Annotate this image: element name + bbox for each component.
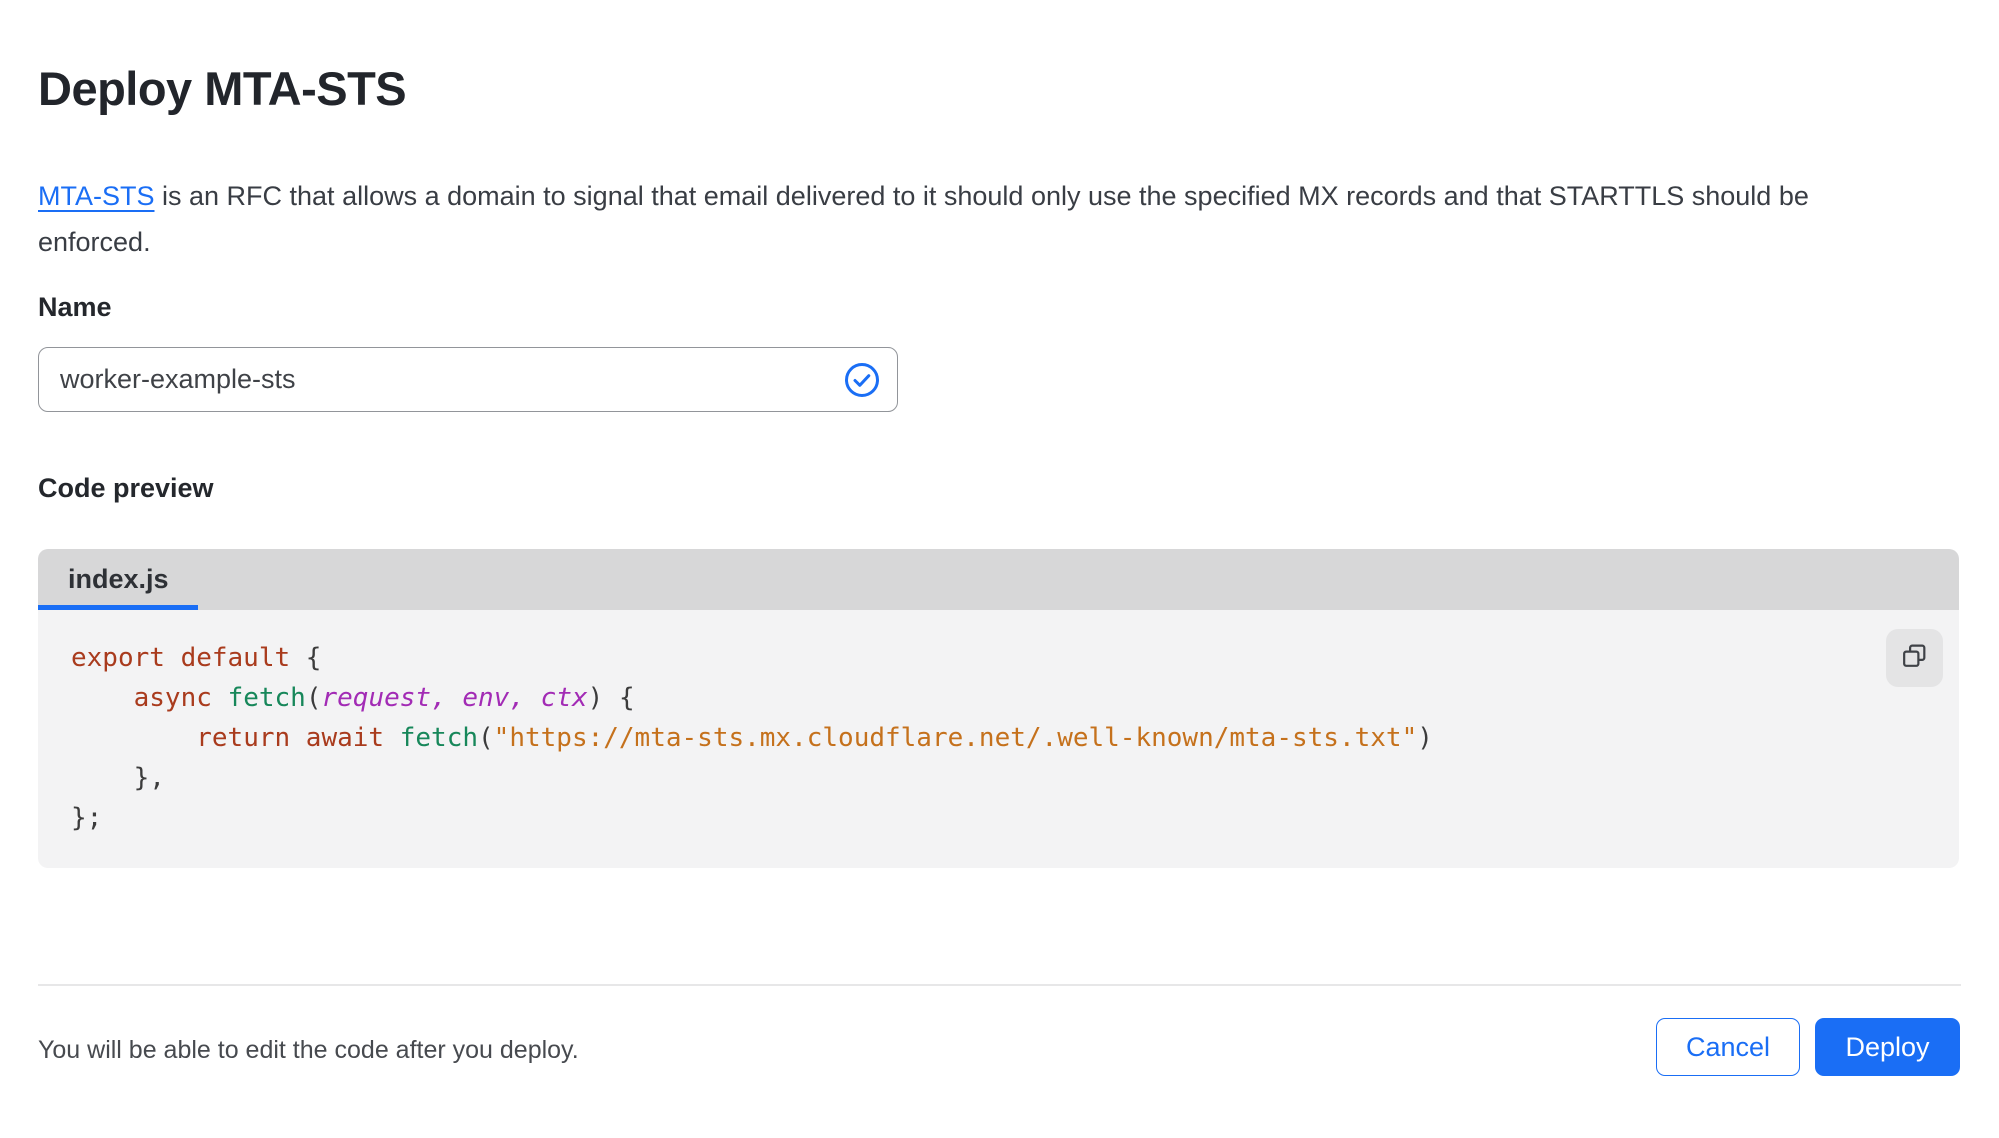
footer-divider	[38, 984, 1961, 986]
code-preview-label: Code preview	[38, 473, 214, 503]
name-input-wrap	[38, 347, 898, 412]
code-line: },	[71, 763, 165, 793]
code-preview-panel: index.js export default { async fetch(re…	[38, 549, 1959, 868]
deploy-button[interactable]: Deploy	[1815, 1018, 1960, 1076]
name-label: Name	[38, 292, 112, 322]
code-line: };	[71, 803, 103, 833]
name-input[interactable]	[38, 347, 898, 412]
tab-index-js[interactable]: index.js	[38, 549, 199, 610]
code-line: export default {	[71, 643, 322, 673]
code-editor: export default { async fetch(request, en…	[38, 610, 1959, 868]
tab-label: index.js	[68, 564, 169, 594]
code-tabbar: index.js	[38, 549, 1959, 610]
page-title: Deploy MTA-STS	[38, 62, 407, 116]
copy-button[interactable]	[1886, 629, 1943, 687]
check-circle-icon	[843, 361, 881, 399]
footer-note: You will be able to edit the code after …	[38, 1036, 579, 1064]
page-description: MTA-STS is an RFC that allows a domain t…	[38, 173, 1923, 265]
code-line: async fetch(request, env, ctx) {	[133, 683, 635, 713]
description-text: is an RFC that allows a domain to signal…	[38, 181, 1809, 257]
mta-sts-link[interactable]: MTA-STS	[38, 181, 155, 211]
code-lines: export default { async fetch(request, en…	[71, 638, 1959, 838]
cancel-button[interactable]: Cancel	[1656, 1018, 1800, 1076]
code-line: return await fetch("https://mta-sts.mx.c…	[196, 723, 1433, 753]
copy-icon	[1899, 641, 1930, 675]
